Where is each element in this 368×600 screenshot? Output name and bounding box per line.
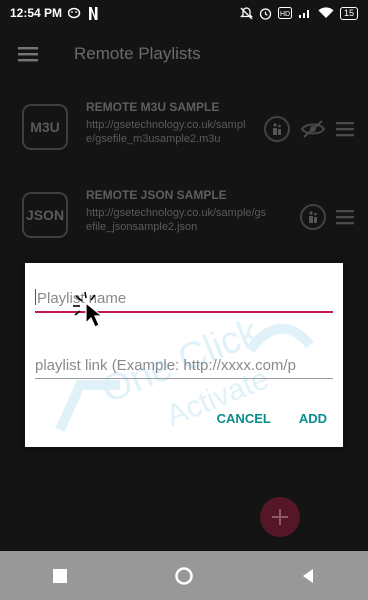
playlist-url: http://gsetechnology.co.uk/sample/gsefil…: [86, 207, 267, 233]
cancel-button[interactable]: CANCEL: [217, 411, 271, 426]
playlist-row-json[interactable]: JSON REMOTE JSON SAMPLE http://gsetechno…: [0, 180, 368, 250]
volte-icon: HD: [277, 7, 292, 19]
mouse-cursor-icon: [73, 291, 104, 328]
wifi-icon: [318, 7, 334, 19]
battery-level: 15: [343, 8, 354, 18]
svg-text:HD: HD: [280, 11, 290, 18]
add-button[interactable]: ADD: [299, 411, 327, 426]
muted-bell-icon: [239, 6, 253, 19]
menu-icon[interactable]: [0, 46, 56, 62]
parental-lock-icon[interactable]: [300, 204, 326, 230]
add-playlist-fab[interactable]: [260, 497, 300, 537]
hide-eye-icon[interactable]: [300, 119, 326, 139]
page-title: Remote Playlists: [74, 44, 201, 63]
playlist-link-input[interactable]: playlist link (Example: http://xxxx.com/…: [35, 357, 333, 379]
home-button[interactable]: [174, 566, 194, 586]
drag-handle-icon[interactable]: [336, 209, 354, 225]
back-button[interactable]: [301, 568, 315, 584]
battery-icon: 15: [339, 6, 358, 20]
recents-button[interactable]: [53, 568, 68, 583]
alarm-icon: [259, 7, 272, 20]
playlist-link-placeholder: playlist link (Example: http://xxxx.com/…: [35, 357, 296, 374]
json-badge-icon: JSON: [22, 192, 68, 238]
text-caret: [35, 289, 36, 305]
playlist-url: http://gsetechnology.co.uk/sample/gsefil…: [86, 119, 246, 145]
playlist-title: REMOTE JSON SAMPLE: [86, 188, 227, 202]
status-time: 12:54 PM: [10, 6, 63, 20]
drag-handle-icon[interactable]: [336, 121, 354, 137]
playlist-row-m3u[interactable]: M3U REMOTE M3U SAMPLE http://gsetechnolo…: [0, 92, 368, 162]
plus-icon: [272, 509, 288, 525]
playlist-title: REMOTE M3U SAMPLE: [86, 100, 220, 114]
netflix-icon: [89, 6, 98, 20]
parental-lock-icon[interactable]: [264, 116, 290, 142]
system-nav-bar: [0, 551, 368, 600]
app-bar: Remote Playlists: [0, 26, 368, 82]
signal-icon: [298, 10, 309, 18]
status-bar: 12:54 PM HD 15: [0, 0, 368, 26]
wechat-icon: [68, 7, 81, 19]
m3u-badge-icon: M3U: [22, 104, 68, 150]
